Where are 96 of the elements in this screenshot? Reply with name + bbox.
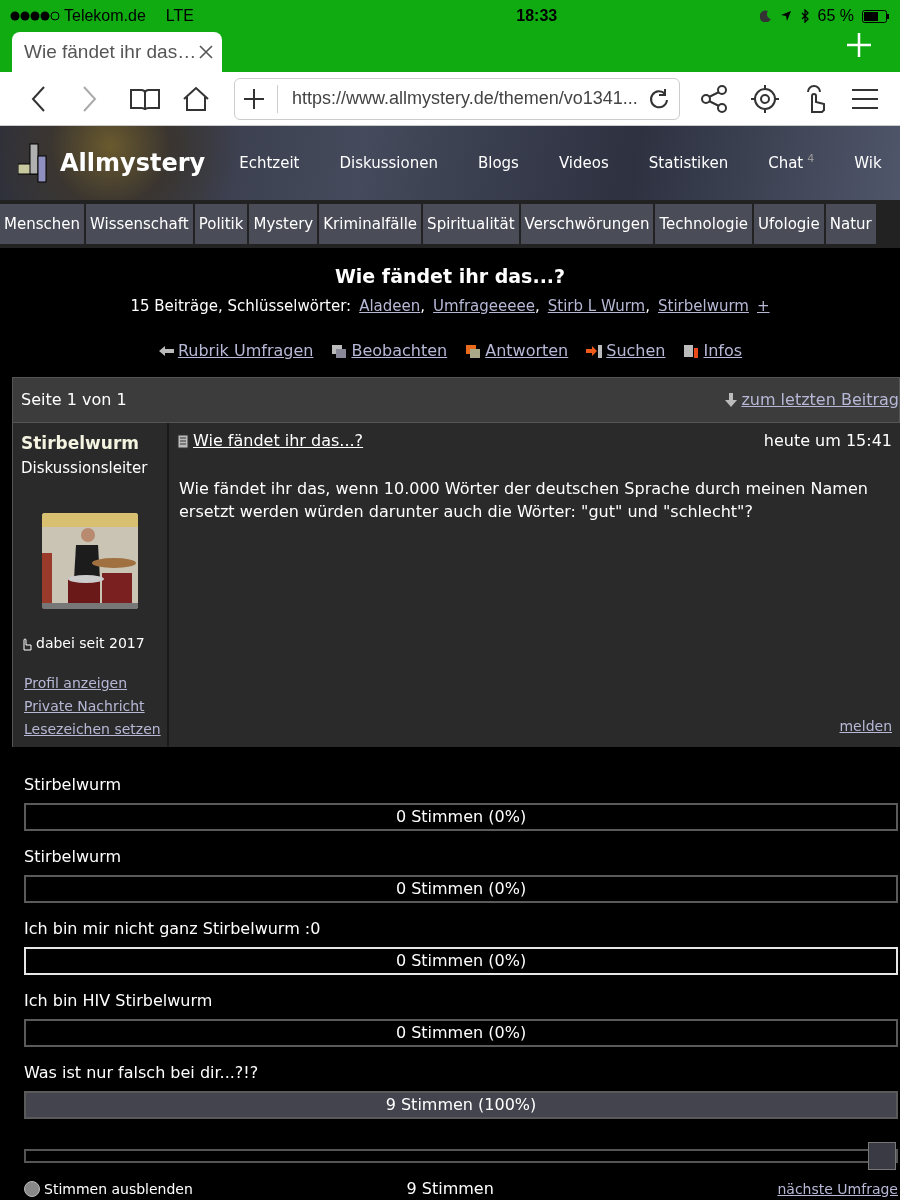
new-tab-icon[interactable]: [846, 32, 872, 58]
battery-icon: [862, 9, 890, 23]
speech-bubbles-icon: [465, 343, 482, 359]
category-tab[interactable]: Spiritualität: [423, 204, 519, 244]
battery-level: 65 %: [817, 6, 854, 26]
nav-link[interactable]: Diskussionen: [339, 151, 438, 175]
nav-link[interactable]: Statistiken: [648, 151, 729, 175]
category-tab[interactable]: Wissenschaft: [86, 204, 193, 244]
member-since: dabei seit 2017: [36, 634, 145, 653]
thread-action-link[interactable]: Antworten: [485, 339, 569, 363]
vote-count: 0 Stimmen (0%): [395, 806, 527, 828]
category-tab[interactable]: Ufologie: [754, 204, 824, 244]
separator: ,: [420, 295, 426, 317]
poll-result-bar[interactable]: 9 Stimmen (100%): [24, 1091, 898, 1119]
poll-option-label: Was ist nur falsch bei dir...?!?: [24, 1062, 260, 1084]
category-tab[interactable]: Mystery: [249, 204, 318, 244]
speech-bubbles-icon: [331, 343, 348, 359]
carrier-name: Telekom.de: [64, 6, 146, 26]
keyword-link[interactable]: Umfrageeeee: [433, 294, 535, 317]
keyword-link[interactable]: Stirbelwurm: [658, 294, 749, 317]
category-tab[interactable]: Natur: [825, 204, 876, 244]
checkbox-label: Stimmen ausblenden: [44, 1179, 193, 1199]
profile-link[interactable]: Profil anzeigen: [24, 672, 128, 695]
poll-result-bar[interactable]: 0 Stimmen (0%): [24, 803, 898, 831]
signal-icon: [10, 11, 60, 21]
vote-count: 0 Stimmen (0%): [395, 878, 527, 900]
nav-link[interactable]: Videos: [558, 151, 609, 175]
separator: ,: [645, 295, 650, 317]
hand-icon: [21, 636, 32, 651]
info-icon: [683, 343, 700, 359]
close-icon[interactable]: [198, 44, 214, 60]
notification-count: 4: [807, 152, 815, 166]
back-icon[interactable]: [30, 84, 46, 113]
thread-action-link[interactable]: Suchen: [606, 339, 666, 363]
poll-option-label: Stirbelwurm: [24, 774, 122, 796]
network-type: LTE: [165, 6, 194, 26]
location-icon: [779, 10, 792, 22]
profile-link[interactable]: Lesezeichen setzen: [24, 718, 161, 741]
menu-icon[interactable]: [852, 87, 878, 110]
poll-result-bar[interactable]: 0 Stimmen (0%): [24, 875, 898, 903]
thread-title: Wie fändet ihr das...?: [333, 264, 567, 289]
plus-icon[interactable]: [243, 87, 265, 110]
logo-icon[interactable]: [18, 142, 48, 184]
nav-link[interactable]: Blogs: [477, 151, 519, 175]
share-icon[interactable]: [700, 84, 728, 113]
thread-action-link[interactable]: Infos: [703, 339, 743, 363]
page-indicator: Seite 1 von 1: [21, 389, 127, 411]
slider-thumb[interactable]: [868, 1142, 896, 1170]
category-tab[interactable]: Verschwörungen: [520, 204, 654, 244]
book-icon[interactable]: [130, 86, 160, 111]
keyword-link[interactable]: Aladeen: [359, 294, 421, 317]
next-poll-link[interactable]: nächste Umfrage: [777, 1178, 898, 1200]
category-tab[interactable]: Technologie: [655, 204, 753, 244]
thread-action-link[interactable]: Beobachten: [351, 339, 448, 363]
author-name: Stirbelwurm: [21, 432, 140, 455]
bluetooth-icon: [799, 9, 810, 23]
arrow-left-icon: [157, 343, 174, 359]
category-tab[interactable]: Menschen: [0, 204, 84, 244]
home-icon[interactable]: [182, 85, 210, 112]
vote-count: 0 Stimmen (0%): [395, 1022, 527, 1044]
keyword-link[interactable]: Stirb L Wurm: [547, 294, 646, 317]
post-title-link[interactable]: Wie fändet ihr das...?: [193, 429, 364, 453]
profile-link[interactable]: Private Nachricht: [24, 695, 145, 718]
poll-option-label: Stirbelwurm: [24, 846, 122, 868]
keywords-label: 15 Beiträge, Schlüsselwörter:: [130, 295, 352, 317]
report-link[interactable]: melden: [839, 716, 892, 737]
separator: ,: [534, 295, 540, 317]
category-tab[interactable]: Politik: [194, 204, 248, 244]
total-votes: 9 Stimmen: [406, 1178, 494, 1200]
poll-result-bar[interactable]: 0 Stimmen (0%): [24, 947, 898, 975]
document-icon: [177, 433, 189, 449]
arrow-right-icon: [586, 343, 603, 359]
site-logo[interactable]: Allmystery: [60, 145, 206, 181]
last-post-link[interactable]: zum letzten Beitrag: [741, 388, 899, 412]
settings-icon[interactable]: [750, 83, 780, 114]
checkbox[interactable]: [24, 1181, 40, 1197]
post-body: Wie fändet ihr das, wenn 10.000 Wörter der deutschen Sprache durch meinen Namen ersetzt werden würden darunter auch die Wörter: "gut" und "schlecht"?: [178, 478, 869, 523]
add-keyword-link[interactable]: +: [756, 294, 770, 317]
category-tab[interactable]: Kriminalfälle: [319, 204, 422, 244]
vote-count: 9 Stimmen (100%): [385, 1094, 537, 1116]
nav-link[interactable]: Echtzeit: [239, 151, 300, 175]
reload-icon[interactable]: [647, 87, 669, 110]
clock: 18:33: [515, 6, 558, 26]
post-time: heute um 15:41: [763, 430, 892, 452]
nav-link[interactable]: Chat $^{4}$: [768, 151, 815, 175]
poll-option-label: Ich bin mir nicht ganz Stirbelwurm :0: [24, 918, 322, 940]
arrow-down-icon: [725, 393, 738, 407]
author-role: Diskussionsleiter: [21, 457, 149, 479]
vote-count: 0 Stimmen (0%): [395, 950, 527, 972]
address-bar[interactable]: https://www.allmystery.de/themen/vo1341...: [234, 77, 680, 120]
poll-option-label: Ich bin HIV Stirbelwurm: [24, 990, 214, 1012]
moon-icon: [759, 10, 772, 22]
nav-link[interactable]: Wik: [854, 151, 882, 175]
browser-tab[interactable]: Wie fändet ihr das…: [12, 32, 222, 72]
thread-action-link[interactable]: Rubrik Umfragen: [177, 339, 314, 363]
poll-result-bar[interactable]: 0 Stimmen (0%): [24, 1019, 898, 1047]
